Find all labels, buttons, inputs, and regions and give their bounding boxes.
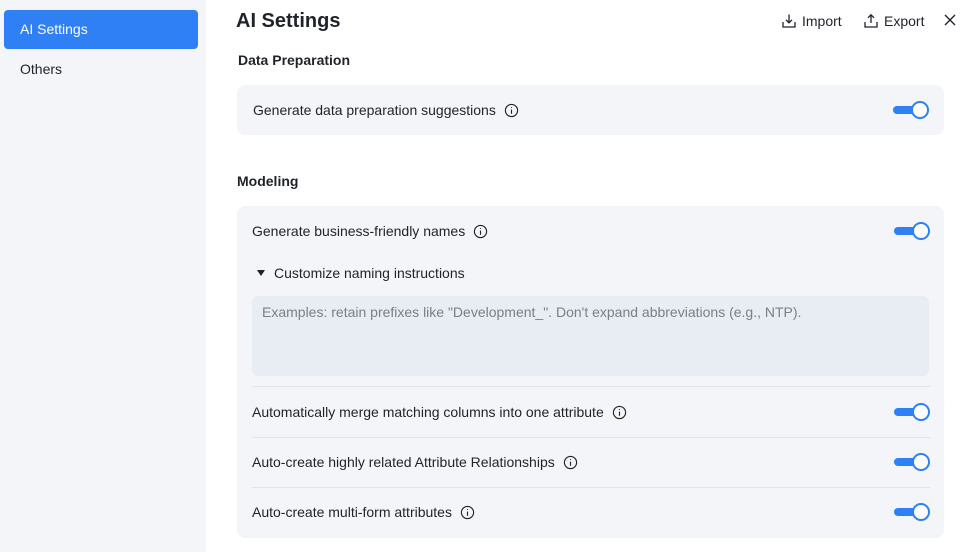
customize-naming-expander[interactable]: Customize naming instructions <box>257 265 465 281</box>
toggle-switch[interactable] <box>894 453 930 471</box>
sidebar: AI Settings Others <box>0 0 206 552</box>
section-title-data-preparation: Data Preparation <box>238 52 351 68</box>
setting-row: Generate business-friendly names <box>252 206 930 256</box>
info-icon[interactable] <box>504 103 519 118</box>
toggle-switch[interactable] <box>894 403 930 421</box>
setting-row: Generate data preparation suggestions <box>253 85 929 135</box>
setting-label: Auto-create multi-form attributes <box>252 504 452 520</box>
info-icon[interactable] <box>473 224 488 239</box>
setting-row: Auto-create highly related Attribute Rel… <box>252 437 930 487</box>
import-label: Import <box>802 13 842 29</box>
page-title: AI Settings <box>236 10 341 32</box>
sidebar-item-ai-settings[interactable]: AI Settings <box>4 10 198 49</box>
info-icon[interactable] <box>460 505 475 520</box>
setting-row: Automatically merge matching columns int… <box>252 387 930 437</box>
setting-label: Auto-create highly related Attribute Rel… <box>252 454 555 470</box>
expander-label: Customize naming instructions <box>274 265 465 281</box>
naming-instructions-input[interactable] <box>252 296 929 376</box>
info-icon[interactable] <box>612 405 627 420</box>
setting-label: Generate data preparation suggestions <box>253 102 496 118</box>
caret-down-icon <box>257 270 265 276</box>
sidebar-item-others[interactable]: Others <box>4 50 198 89</box>
setting-label: Automatically merge matching columns int… <box>252 404 604 420</box>
modeling-card: Generate business-friendly names Customi… <box>237 206 944 538</box>
setting-row: Auto-create multi-form attributes <box>252 487 930 537</box>
toggle-switch[interactable] <box>894 503 930 521</box>
close-icon[interactable] <box>942 12 958 28</box>
export-label: Export <box>884 13 925 29</box>
toggle-switch[interactable] <box>893 101 929 119</box>
export-button[interactable]: Export <box>863 10 924 32</box>
toggle-switch[interactable] <box>894 222 930 240</box>
import-button[interactable]: Import <box>781 10 842 32</box>
info-icon[interactable] <box>563 455 578 470</box>
data-preparation-card: Generate data preparation suggestions <box>237 85 944 135</box>
setting-label: Generate business-friendly names <box>252 223 466 239</box>
import-icon <box>782 14 796 28</box>
export-icon <box>864 13 878 28</box>
section-title-modeling: Modeling <box>237 173 299 189</box>
